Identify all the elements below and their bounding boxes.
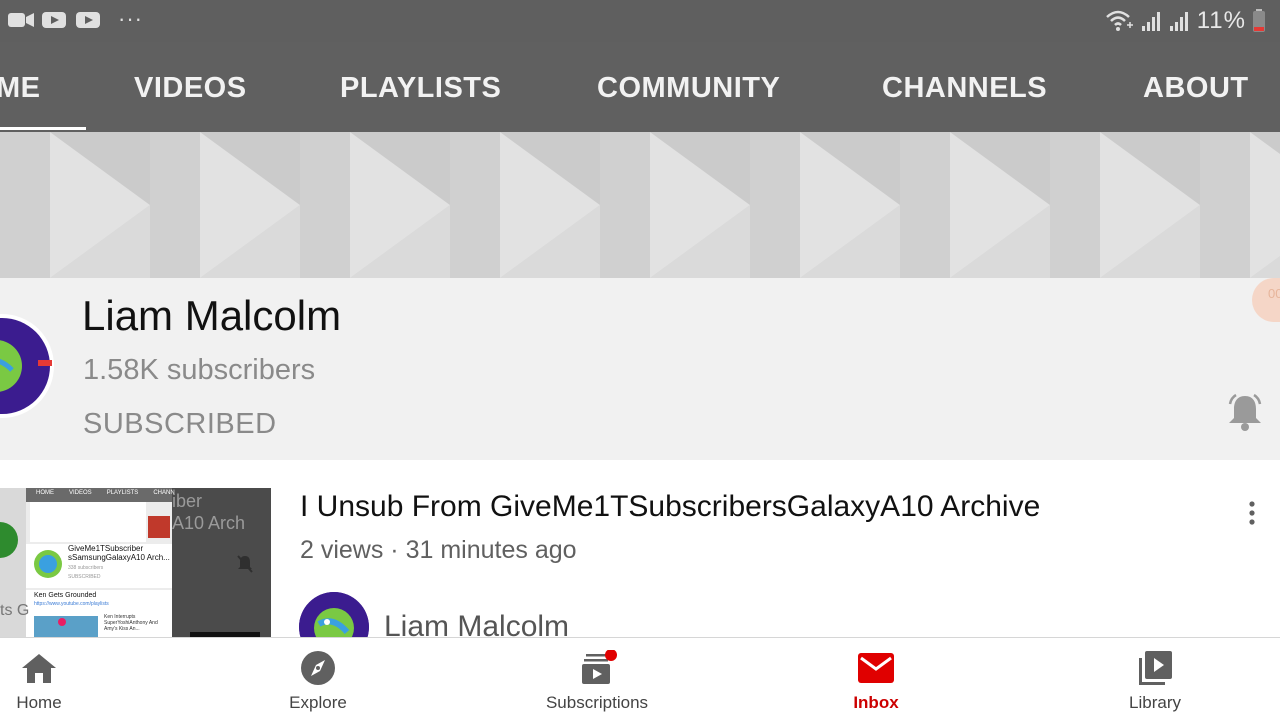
nav-label-inbox: Inbox (853, 693, 899, 712)
thumb-channel-title: GiveMe1TSubscriber sSamsungGalaxyA10 Arc… (68, 544, 170, 562)
battery-percent: 11% (1196, 7, 1246, 34)
thumb-overlay-text: A10 Arch (172, 513, 246, 533)
thumb-subs: 338 subscribers (68, 565, 104, 571)
channel-banner (0, 132, 1280, 278)
app-root: ··· 11% ME VIDEOS PLAYLISTS COMMUNITY CH… (0, 0, 1280, 720)
nav-label-home: Home (16, 693, 62, 712)
battery-icon (1253, 9, 1265, 32)
active-tab-indicator (0, 127, 86, 130)
nav-home[interactable]: Home (0, 638, 109, 720)
thumb-card-video: Ken Interrupts SuperYoshiAnthony And Amy… (104, 614, 158, 632)
notification-bell-icon[interactable] (1226, 392, 1264, 432)
thumb-card-title: Ken Gets Grounded (34, 592, 97, 599)
nav-label-library: Library (1129, 693, 1181, 712)
subscriber-count: 1.58K subscribers (83, 354, 316, 386)
youtube-icon (42, 12, 66, 28)
wifi-icon (1105, 10, 1133, 31)
video-meta: 2 views · 31 minutes ago (300, 536, 577, 564)
channel-header: Liam Malcolm 1.58K subscribers SUBSCRIBE… (0, 278, 1280, 460)
nav-library[interactable]: Library (1085, 638, 1225, 720)
tab-community[interactable]: COMMUNITY (597, 72, 780, 105)
subscribed-button[interactable]: SUBSCRIBED (83, 408, 277, 441)
thumb-subscribed: SUBSCRIBED (68, 574, 101, 580)
status-right: 11% (1105, 7, 1266, 34)
youtube-icon (76, 12, 100, 28)
signal-icon (1141, 12, 1160, 31)
nav-subscriptions[interactable]: Subscriptions (527, 638, 667, 720)
compass-icon (301, 651, 335, 685)
tab-channels[interactable]: CHANNELS (882, 72, 1047, 105)
thumb-tab: PLAYLISTS (106, 490, 139, 496)
tab-about[interactable]: ABOUT (1143, 72, 1249, 105)
video-feed: HOME VIDEOS PLAYLISTS CHANN iber A10 Arc… (0, 460, 1280, 637)
nav-inbox[interactable]: Inbox (806, 638, 946, 720)
tab-videos[interactable]: VIDEOS (134, 72, 247, 105)
inbox-icon (858, 653, 894, 683)
video-thumbnail[interactable]: HOME VIDEOS PLAYLISTS CHANN iber A10 Arc… (0, 488, 271, 637)
library-icon (1139, 651, 1172, 685)
avatar (299, 592, 369, 637)
more-vert-icon[interactable] (1240, 498, 1264, 528)
thumb-card-url: https://www.youtube.com/playlists (34, 601, 109, 607)
more-notifications-icon: ··· (118, 6, 143, 31)
home-icon (22, 654, 56, 683)
nav-label-explore: Explore (289, 693, 347, 712)
channel-tabs: ME VIDEOS PLAYLISTS COMMUNITY CHANNELS A… (0, 42, 1280, 132)
banner-pattern (0, 132, 1280, 278)
thumb-tab: VIDEOS (69, 490, 92, 496)
avatar (0, 318, 52, 414)
channel-name: Liam Malcolm (82, 292, 342, 339)
thumb-tab: HOME (36, 490, 54, 496)
signal-icon (1169, 12, 1188, 31)
floating-button[interactable]: 00 (1252, 278, 1280, 322)
thumb-left-text: ts G (0, 602, 30, 619)
bottom-navigation: Home Explore Subscriptions Inbox Library (0, 637, 1280, 720)
bell-off-icon (237, 555, 253, 573)
subscriptions-icon (582, 650, 617, 684)
tab-home[interactable]: ME (0, 72, 41, 105)
nav-explore[interactable]: Explore (248, 638, 388, 720)
status-bar: ··· 11% (0, 0, 1280, 42)
nav-label-subscriptions: Subscriptions (545, 693, 649, 712)
video-channel-name[interactable]: Liam Malcolm (384, 610, 569, 637)
video-title[interactable]: I Unsub From GiveMe1TSubscribersGalaxyA1… (300, 490, 1040, 524)
video-channel-avatar[interactable] (299, 592, 369, 637)
tab-playlists[interactable]: PLAYLISTS (340, 72, 501, 105)
video-camera-icon (8, 13, 34, 27)
thumb-overlay-text: iber (172, 491, 203, 511)
channel-avatar[interactable] (0, 314, 54, 418)
